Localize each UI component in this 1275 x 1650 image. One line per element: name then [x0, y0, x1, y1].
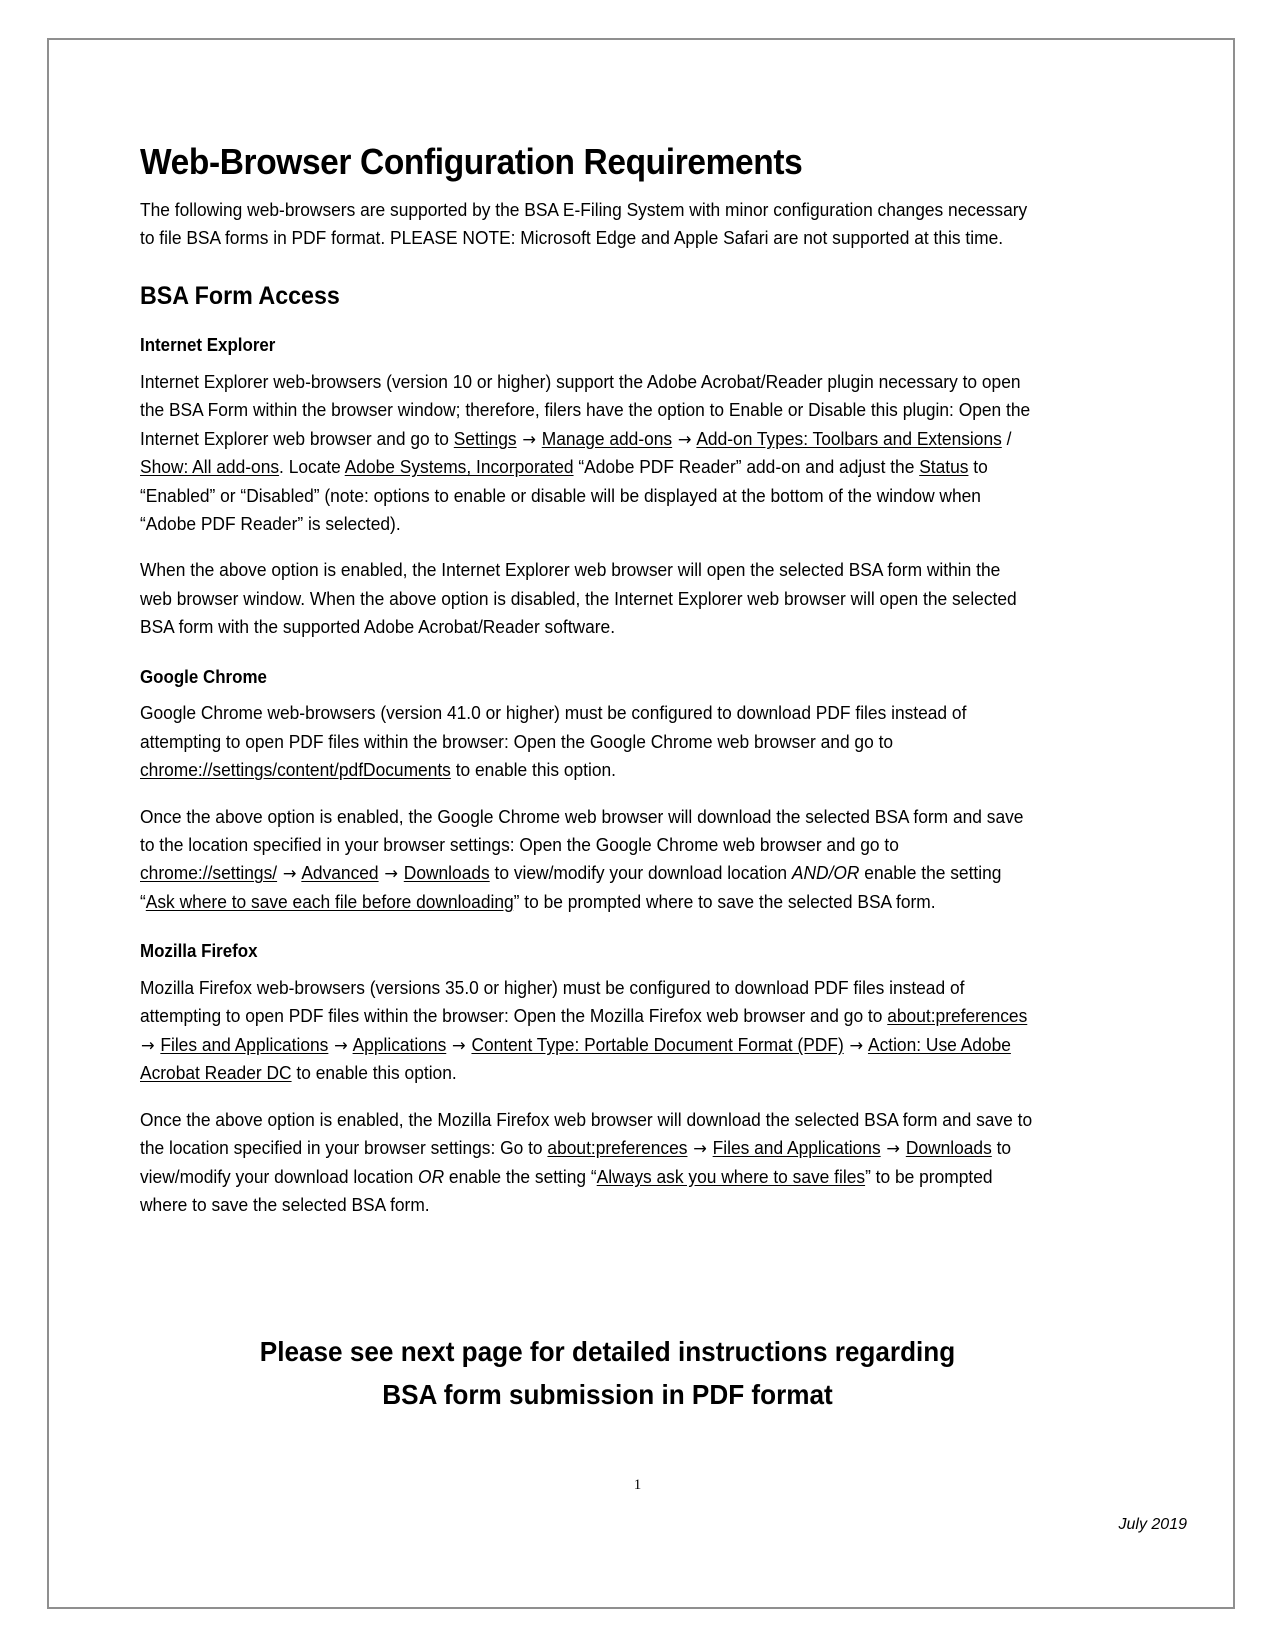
ie-paragraph-2: When the above option is enabled, the In… — [140, 560, 1017, 638]
page-number: 1 — [633, 1477, 642, 1493]
link-adobe-systems-incorporated[interactable]: Adobe Systems, Incorporated — [345, 457, 574, 477]
closing-line-2: BSA form submission in PDF format — [382, 1379, 833, 1411]
ie-paragraph-1: Internet Explorer web-browsers (version … — [140, 368, 1033, 538]
text-separator: / — [1001, 428, 1012, 449]
page-title: Web-Browser Configuration Requirements — [140, 141, 803, 182]
document-page: Web-Browser Configuration Requirements T… — [0, 0, 1275, 1650]
arrow-right-icon: → — [677, 429, 692, 450]
link-chrome-settings[interactable]: chrome://settings/ — [140, 863, 277, 883]
firefox-paragraph-2: Once the above option is enabled, the Mo… — [140, 1106, 1033, 1220]
link-applications[interactable]: Applications — [353, 1035, 447, 1055]
link-ask-where-to-save-each-file[interactable]: Ask where to save each file before downl… — [146, 892, 514, 912]
closing-notice: Please see next page for detailed instru… — [163, 1331, 1051, 1416]
intro-paragraph: The following web-browsers are supported… — [140, 199, 1028, 249]
document-content: Web-Browser Configuration Requirements T… — [140, 141, 1075, 1417]
text-segment: Google Chrome web-browsers (version 41.0… — [140, 703, 967, 752]
text-segment: to enable this option. — [450, 760, 617, 781]
text-segment: ” to be prompted where to save the selec… — [513, 891, 936, 912]
link-downloads[interactable]: Downloads — [906, 1138, 992, 1158]
link-always-ask-you-where-to-save-files[interactable]: Always ask you where to save files — [597, 1167, 865, 1187]
subheading-internet-explorer: Internet Explorer — [140, 335, 276, 356]
arrow-right-icon: → — [693, 1139, 707, 1160]
section-heading-bsa-form-access: BSA Form Access — [140, 281, 340, 310]
text-segment: “Adobe PDF Reader” add-on and adjust the — [573, 457, 920, 478]
arrow-right-icon: → — [522, 429, 536, 450]
arrow-right-icon: → — [384, 864, 398, 885]
link-advanced[interactable]: Advanced — [301, 863, 378, 883]
text-segment: Once the above option is enabled, the Go… — [140, 806, 1024, 855]
text-segment: . Locate — [279, 457, 345, 478]
link-show-all-add-ons[interactable]: Show: All add-ons — [140, 457, 279, 477]
link-about-preferences[interactable]: about:preferences — [887, 1006, 1027, 1026]
arrow-right-icon: → — [886, 1139, 901, 1160]
emphasis-or: OR — [418, 1166, 445, 1187]
arrow-right-icon: → — [140, 1035, 155, 1056]
chrome-paragraph-1: Google Chrome web-browsers (version 41.0… — [140, 699, 1033, 784]
chrome-paragraph-2: Once the above option is enabled, the Go… — [140, 803, 1033, 917]
link-status[interactable]: Status — [919, 457, 968, 477]
arrow-right-icon: → — [282, 864, 297, 885]
link-content-type-pdf[interactable]: Content Type: Portable Document Format (… — [471, 1035, 843, 1055]
text-segment: enable the setting “ — [444, 1166, 597, 1187]
link-files-and-applications[interactable]: Files and Applications — [160, 1035, 328, 1055]
firefox-paragraph-1: Mozilla Firefox web-browsers (versions 3… — [140, 974, 1033, 1088]
arrow-right-icon: → — [849, 1035, 864, 1056]
text-segment: Mozilla Firefox web-browsers (versions 3… — [140, 978, 965, 1027]
arrow-right-icon: → — [452, 1035, 466, 1056]
arrow-right-icon: → — [334, 1035, 348, 1056]
link-add-on-types[interactable]: Add-on Types: Toolbars and Extensions — [696, 429, 1001, 449]
closing-line-1: Please see next page for detailed instru… — [259, 1336, 956, 1368]
emphasis-and-or: AND/OR — [791, 863, 860, 884]
link-chrome-settings-content-pdfdocuments[interactable]: chrome://settings/content/pdfDocuments — [140, 760, 451, 780]
subheading-mozilla-firefox: Mozilla Firefox — [140, 941, 258, 962]
link-downloads[interactable]: Downloads — [404, 863, 490, 883]
text-segment: to view/modify your download location — [489, 863, 792, 884]
link-files-and-applications[interactable]: Files and Applications — [713, 1138, 881, 1158]
subheading-google-chrome: Google Chrome — [140, 666, 267, 687]
footer-date: July 2019 — [1118, 1516, 1188, 1533]
link-manage-add-ons[interactable]: Manage add-ons — [542, 429, 672, 449]
link-settings[interactable]: Settings — [454, 429, 517, 449]
link-about-preferences[interactable]: about:preferences — [547, 1138, 687, 1158]
text-segment: to enable this option. — [291, 1063, 457, 1084]
